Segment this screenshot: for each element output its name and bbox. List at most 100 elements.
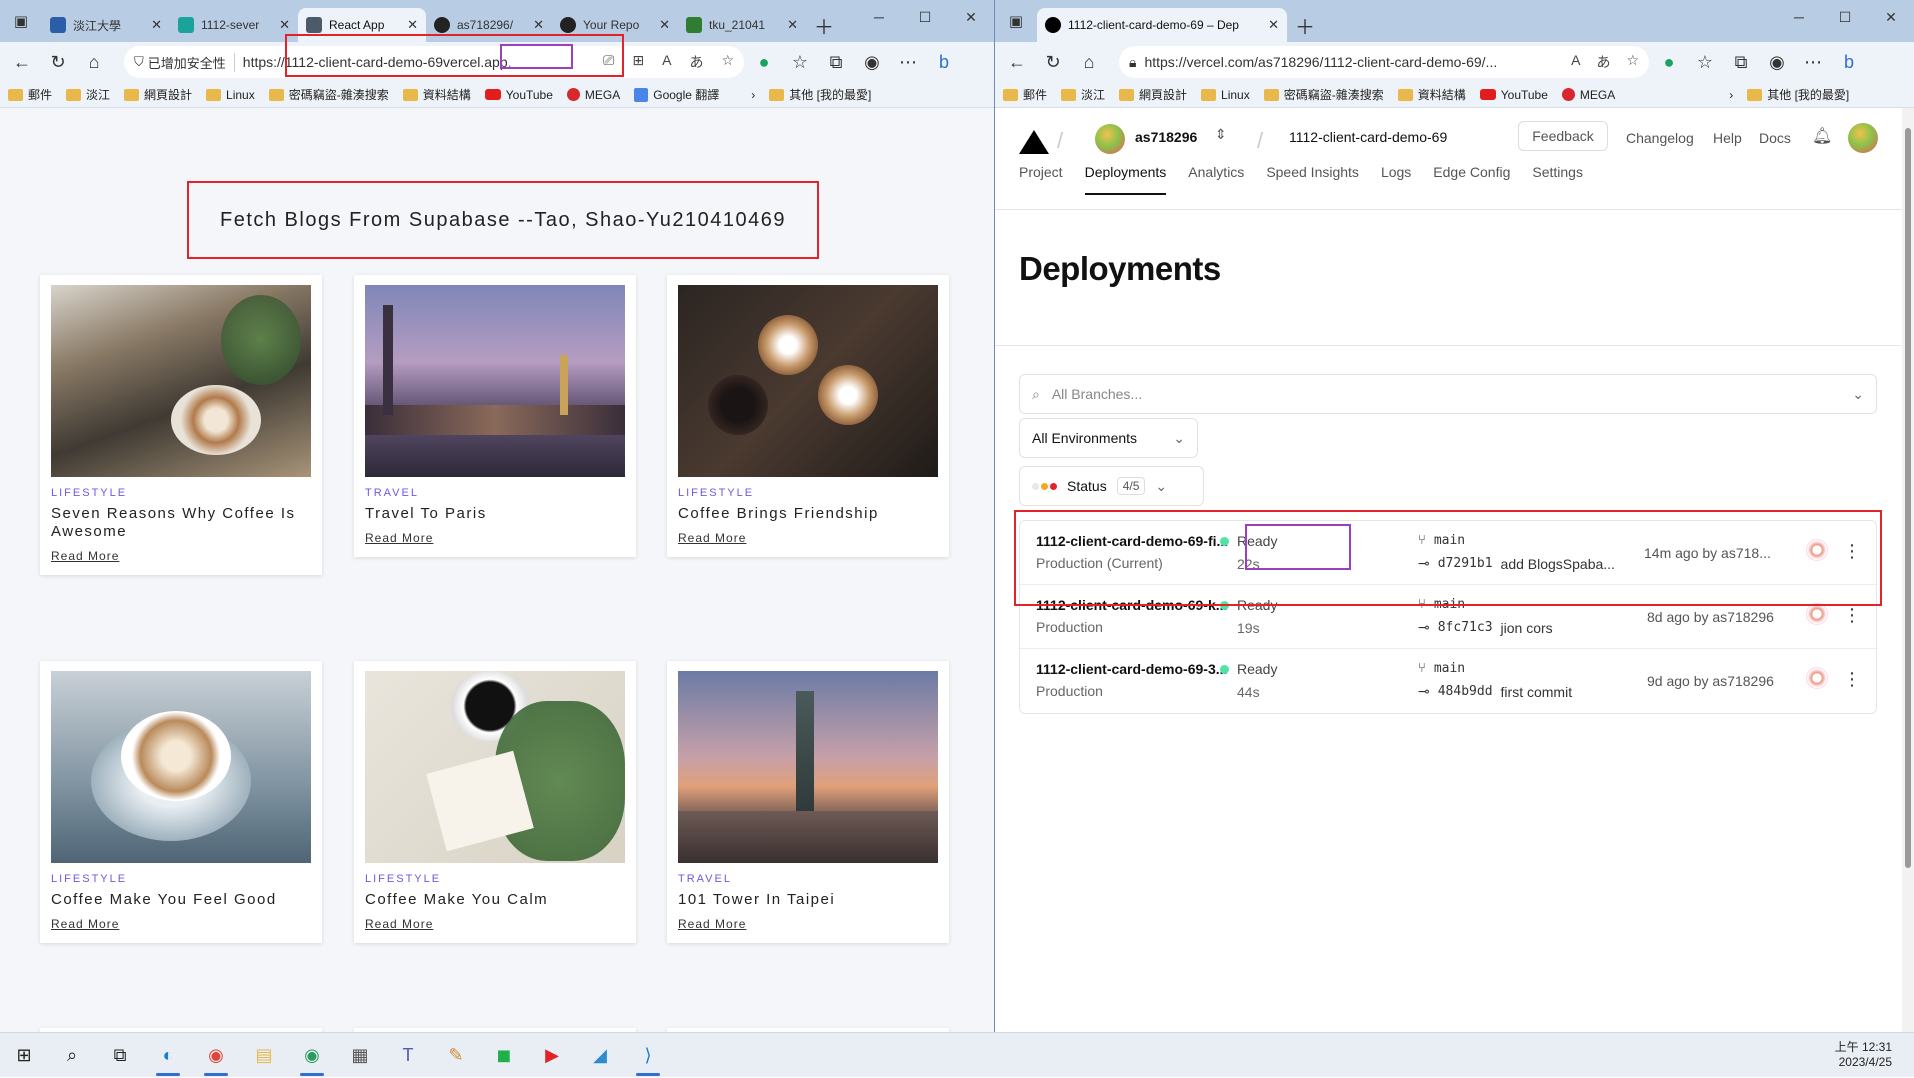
back-icon[interactable]: ← — [1001, 46, 1033, 78]
system-clock[interactable]: 上午 12:31 2023/4/25 — [1835, 1040, 1892, 1070]
favorite-star-icon[interactable]: ☆ — [721, 52, 734, 72]
back-icon[interactable]: ← — [6, 46, 38, 78]
collections-icon[interactable]: ⧉ — [820, 46, 852, 78]
translate-icon[interactable]: あ — [1596, 52, 1610, 72]
deployment-row[interactable]: 1112-client-card-demo-69-3... Production… — [1020, 649, 1876, 713]
user-avatar[interactable] — [1848, 123, 1878, 153]
bookmark-item[interactable]: YouTube — [1479, 88, 1548, 102]
security-indicator[interactable]: ⛉ 已增加安全性 — [134, 52, 235, 72]
deployment-commit[interactable]: ⊸ 484b9dd first commit — [1418, 683, 1572, 700]
bing-icon[interactable]: b — [1833, 46, 1865, 78]
tab-actions-icon[interactable]: ▣ — [995, 0, 1037, 42]
tab-actions-icon[interactable]: ▣ — [0, 0, 42, 42]
read-more-link[interactable]: Read More — [51, 549, 119, 563]
blog-card[interactable]: LIFESTYLE Coffee Make You Feel Good Read… — [40, 661, 322, 943]
notifications-bell-icon[interactable]: 🔔︎ — [1812, 126, 1832, 146]
calculator-icon[interactable]: ▦ — [336, 1033, 384, 1078]
close-tab-icon[interactable]: ✕ — [787, 17, 798, 33]
edge-icon[interactable]: ◐ — [144, 1033, 192, 1078]
close-tab-icon[interactable]: ✕ — [1268, 17, 1279, 33]
tab-tku-21041[interactable]: tku_21041 ✕ — [678, 8, 806, 42]
extensions-icon[interactable]: ⊞ — [632, 52, 644, 72]
read-more-link[interactable]: Read More — [365, 917, 433, 931]
file-explorer-icon[interactable]: ▤ — [240, 1033, 288, 1078]
media-player-icon[interactable]: ▶ — [528, 1033, 576, 1078]
home-icon[interactable]: ⌂ — [78, 46, 110, 78]
deployment-commit[interactable]: ⊸ 8fc71c3 jion cors — [1418, 619, 1553, 636]
read-more-link[interactable]: Read More — [51, 917, 119, 931]
changelog-link[interactable]: Changelog — [1626, 130, 1694, 146]
tab-settings[interactable]: Settings — [1532, 164, 1583, 195]
close-window-icon[interactable]: ✕ — [1868, 0, 1914, 34]
docs-link[interactable]: Docs — [1759, 130, 1791, 146]
close-tab-icon[interactable]: ✕ — [151, 17, 162, 33]
status-filter[interactable]: Status 4/5 ⌄ — [1019, 466, 1204, 506]
bookmark-item[interactable]: Google 翻譯 — [634, 86, 719, 103]
bookmark-item[interactable]: MEGA — [1561, 88, 1615, 102]
read-aloud-icon[interactable]: A — [1571, 52, 1580, 72]
refresh-icon[interactable]: ↻ — [1037, 46, 1069, 78]
tab-deployments[interactable]: Deployments — [1084, 164, 1167, 195]
close-tab-icon[interactable]: ✕ — [659, 17, 670, 33]
help-link[interactable]: Help — [1713, 130, 1742, 146]
blog-card[interactable]: TRAVEL 101 Tower In Taipei Read More — [667, 661, 949, 943]
chrome-profile-icon[interactable]: ◉ — [288, 1033, 336, 1078]
bookmark-item[interactable]: Linux — [1201, 88, 1250, 102]
bookmark-item[interactable]: 資料結構 — [1397, 86, 1466, 103]
bookmark-item[interactable]: Linux — [206, 88, 255, 102]
search-icon[interactable]: ⌕ — [48, 1033, 96, 1078]
tab-1112-sever[interactable]: 1112-sever ✕ — [170, 8, 298, 42]
project-name[interactable]: 1112-client-card-demo-69 — [1289, 129, 1447, 145]
bookmark-item[interactable]: 淡江 — [1061, 86, 1105, 103]
minimize-icon[interactable]: ─ — [1776, 0, 1822, 34]
refresh-icon[interactable]: ↻ — [42, 46, 74, 78]
tab-speed-insights[interactable]: Speed Insights — [1266, 164, 1359, 195]
bookmark-item[interactable]: 密碼竊盜-雜湊搜索 — [268, 86, 389, 103]
read-more-link[interactable]: Read More — [365, 531, 433, 545]
read-more-link[interactable]: Read More — [678, 531, 746, 545]
maximize-icon[interactable]: ☐ — [902, 0, 948, 34]
address-bar[interactable]: 🔒︎ https://vercel.com/as718296/1112-clie… — [1119, 46, 1649, 78]
blog-card[interactable]: LIFESTYLE Seven Reasons Why Coffee Is Aw… — [40, 275, 322, 575]
bookmark-item[interactable]: 密碼竊盜-雜湊搜索 — [1263, 86, 1384, 103]
chevron-down-icon[interactable]: ⌄ — [1852, 386, 1864, 403]
bookmarks-overflow-icon[interactable]: › — [751, 88, 755, 102]
tab-tku[interactable]: 淡江大學 ✕ — [42, 8, 170, 42]
favorites-icon[interactable]: ☆ — [784, 46, 816, 78]
environment-filter[interactable]: All Environments ⌄ — [1019, 418, 1198, 458]
close-tab-icon[interactable]: ✕ — [279, 17, 290, 33]
bookmark-item[interactable]: 郵件 — [1003, 86, 1047, 103]
close-tab-icon[interactable]: ✕ — [407, 17, 418, 33]
home-icon[interactable]: ⌂ — [1073, 46, 1105, 78]
deployment-name[interactable]: 1112-client-card-demo-69-3... — [1036, 661, 1227, 677]
bookmark-item[interactable]: 淡江 — [66, 86, 110, 103]
tab-analytics[interactable]: Analytics — [1188, 164, 1244, 195]
bookmarks-overflow-icon[interactable]: › — [1729, 88, 1733, 102]
teams-icon[interactable]: T — [384, 1033, 432, 1078]
vercel-logo-icon[interactable] — [1019, 130, 1049, 154]
tab-project[interactable]: Project — [1019, 164, 1063, 195]
read-more-link[interactable]: Read More — [678, 917, 746, 931]
maximize-icon[interactable]: ☐ — [1822, 0, 1868, 34]
bookmark-item[interactable]: YouTube — [484, 88, 553, 102]
blog-card[interactable]: TRAVEL Travel To Paris Read More — [354, 275, 636, 557]
paint-icon[interactable]: ✎ — [432, 1033, 480, 1078]
new-tab-button[interactable]: ＋ — [806, 8, 842, 42]
bookmark-item[interactable]: 網頁設計 — [1119, 86, 1187, 103]
task-view-icon[interactable]: ⧉ — [96, 1033, 144, 1078]
blog-card[interactable]: LIFESTYLE Coffee Brings Friendship Read … — [667, 275, 949, 557]
tab-vercel[interactable]: 1112-client-card-demo-69 – Dep ✕ — [1037, 8, 1287, 42]
profile-icon[interactable]: ◉ — [856, 46, 888, 78]
minimize-icon[interactable]: ─ — [856, 0, 902, 34]
bookmark-item[interactable]: 其他 [我的最愛] — [769, 86, 871, 103]
team-name[interactable]: as718296 — [1135, 129, 1197, 145]
vscode-icon[interactable]: ⟩ — [624, 1033, 672, 1078]
branch-search-input[interactable]: ⌕ All Branches... ⌄ — [1019, 374, 1877, 414]
translate-icon[interactable]: あ — [689, 52, 703, 72]
close-window-icon[interactable]: ✕ — [948, 0, 994, 34]
bookmark-item[interactable]: 郵件 — [8, 86, 52, 103]
more-options-icon[interactable]: ⋮ — [1843, 605, 1861, 626]
line-icon[interactable]: ◼ — [480, 1033, 528, 1078]
azure-data-icon[interactable]: ◢ — [576, 1033, 624, 1078]
grammarly-icon[interactable]: ● — [748, 46, 780, 78]
